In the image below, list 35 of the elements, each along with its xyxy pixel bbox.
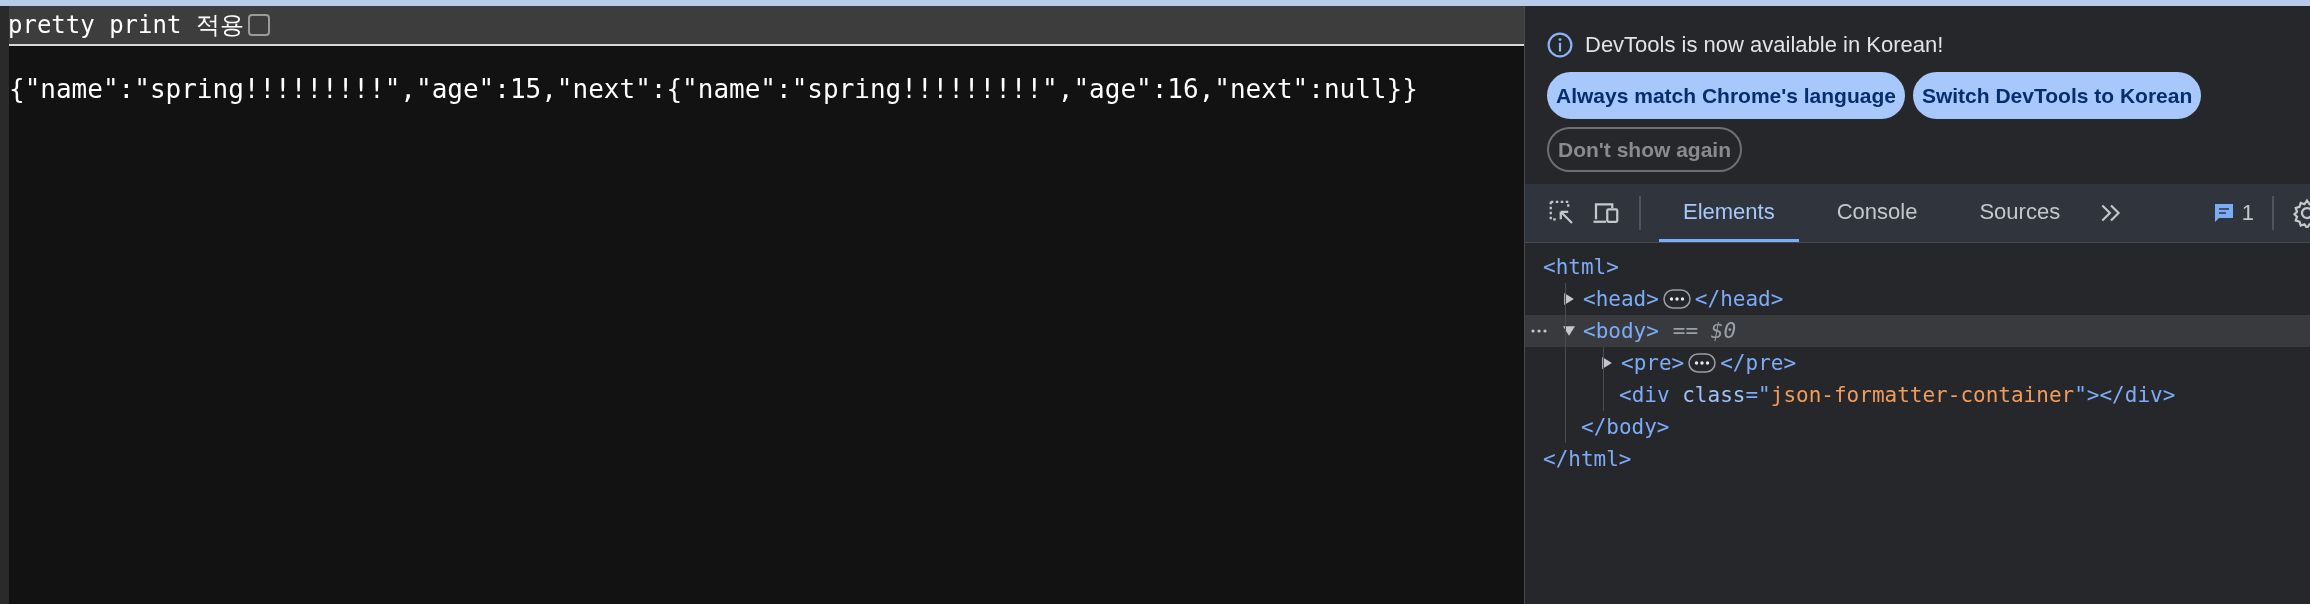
- tree-row[interactable]: </body>: [1525, 411, 2310, 443]
- panel-tab[interactable]: Elements: [1659, 184, 1799, 242]
- collapse-toggle-icon[interactable]: [1601, 357, 1613, 369]
- element-tag: <head>: [1583, 287, 1659, 311]
- tree-row[interactable]: </html>: [1525, 443, 2310, 475]
- panel-tab[interactable]: Sources: [1955, 184, 2085, 242]
- tree-row[interactable]: <div class="json-formatter-container"></div>: [1525, 379, 2310, 411]
- element-tag: <html>: [1543, 255, 1619, 279]
- collapse-toggle-icon[interactable]: [1563, 293, 1575, 305]
- ellipsis-icon[interactable]: [1688, 353, 1717, 373]
- banner-button[interactable]: Don't show again: [1547, 127, 1742, 172]
- banner-button[interactable]: Switch DevTools to Korean: [1912, 72, 2202, 119]
- info-icon: [1547, 32, 1573, 58]
- expand-toggle-icon[interactable]: [1563, 325, 1575, 337]
- panel-tab[interactable]: Console: [1812, 184, 1942, 242]
- element-tag: <pre>: [1621, 351, 1685, 375]
- element-tag: <div class="json-formatter-container"></div>: [1619, 383, 2176, 407]
- closing-tag: </head>: [1694, 287, 1784, 311]
- tree-row[interactable]: <body> == $0: [1525, 315, 2310, 347]
- closing-tag: </html>: [1543, 447, 1632, 471]
- banner-button[interactable]: Always match Chrome's language: [1547, 72, 1905, 119]
- tree-row[interactable]: <head> </head>: [1525, 283, 2310, 315]
- more-options-icon[interactable]: [1531, 329, 1547, 333]
- closing-tag: </pre>: [1720, 351, 1797, 375]
- closing-tag: </body>: [1581, 415, 1670, 439]
- tree-row[interactable]: <pre> </pre>: [1525, 347, 2310, 379]
- notice-text: DevTools is now available in Korean!: [1585, 32, 1944, 58]
- tree-row[interactable]: <html>: [1525, 251, 2310, 283]
- ellipsis-icon[interactable]: [1662, 289, 1691, 309]
- issues-count: 1: [2241, 200, 2254, 226]
- toolbar-label: pretty print 적용: [8, 10, 244, 41]
- selected-marker: == $0: [1672, 319, 1737, 343]
- pretty-print-checkbox[interactable]: [247, 14, 270, 36]
- element-tag: <body>: [1583, 319, 1659, 343]
- json-text: {"name":"spring!!!!!!!!!","age":15,"next":{"name":"spring!!!!!!!!!","age":16,"next":null}}: [9, 74, 1419, 104]
